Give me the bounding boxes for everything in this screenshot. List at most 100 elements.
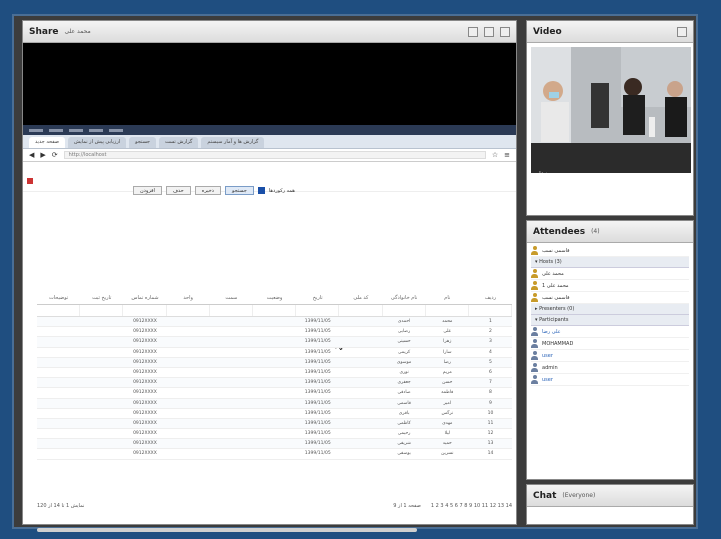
table-row[interactable]: 0912XXXX 1399/11/05 رضایی علی 2 xyxy=(37,327,512,338)
participant-icon xyxy=(531,327,538,336)
table-cell xyxy=(167,317,210,326)
table-cell xyxy=(37,399,80,408)
browser-tab[interactable]: گزارش ها و آمار سیستم xyxy=(201,137,265,148)
hosts-section-header[interactable]: ▾ Hosts (3) xyxy=(531,257,689,268)
chat-audience[interactable]: (Everyone) xyxy=(562,492,595,499)
fit-width-icon[interactable] xyxy=(468,26,478,37)
table-cell xyxy=(37,358,80,367)
column-header[interactable]: تاریخ ثبت xyxy=(80,291,123,304)
table-cell: 7 xyxy=(489,380,492,386)
table-cell xyxy=(253,419,296,428)
browser-tab[interactable]: ارزیابی پیش از نمایش xyxy=(68,137,127,148)
forward-icon[interactable]: ▶ xyxy=(40,151,45,159)
table-cell: 13 xyxy=(487,441,494,447)
table-cell xyxy=(253,337,296,346)
host-item[interactable]: قاسمی نسب xyxy=(531,292,689,304)
participant-item[interactable]: MOHAMMAD xyxy=(531,338,689,350)
table-cell xyxy=(37,337,80,346)
table-cell xyxy=(339,368,382,377)
table-cell xyxy=(37,388,80,397)
table-row[interactable]: 0912XXXX 1399/11/05 موسوی رضا 5 xyxy=(37,357,512,368)
address-field[interactable]: http://localhost xyxy=(63,151,486,159)
table-row[interactable]: 0912XXXX 1399/11/05 باقری نرگس 10 xyxy=(37,409,512,419)
pager-pages[interactable]: 1 2 3 4 5 6 7 8 9 10 11 12 13 14 xyxy=(431,503,512,509)
participant-name: user xyxy=(542,376,553,383)
table-cell: 2 xyxy=(489,329,492,335)
table-cell xyxy=(80,358,123,367)
host-item[interactable]: محمد علی 1 xyxy=(531,280,689,292)
participant-name: user xyxy=(542,352,553,359)
table-row[interactable]: 0912XXXX 1399/11/05 قاسمی امیر 9 xyxy=(37,398,512,409)
attendees-count: (4) xyxy=(591,228,600,235)
table-row[interactable]: 0912XXXX 1399/11/05 یوسفی نسرین 14 xyxy=(37,449,512,460)
table-cell: 1399/11/05 xyxy=(304,400,331,406)
table-cell: لیلا xyxy=(444,431,450,437)
table-row[interactable]: 0912XXXX 1399/11/05 شریفی حمید 13 xyxy=(37,439,512,450)
host-icon xyxy=(531,281,538,290)
search-button[interactable]: جستجو xyxy=(224,186,254,195)
table-row[interactable]: 0912XXXX 1399/11/05 کریمی سارا 4 xyxy=(37,348,512,358)
table-cell xyxy=(253,439,296,448)
participant-item[interactable]: user xyxy=(531,350,689,362)
pod-menu-icon[interactable] xyxy=(500,26,510,37)
table-cell: 0912XXXX xyxy=(133,420,157,426)
toolbar-button[interactable]: حذف xyxy=(165,186,191,195)
browser-tab[interactable]: جستجو xyxy=(129,137,157,148)
table-cell xyxy=(80,388,123,397)
column-header[interactable]: وضعیت xyxy=(253,291,296,304)
column-header[interactable]: توضیحات xyxy=(37,291,80,304)
table-cell: 1399/11/05 xyxy=(304,369,331,375)
table-cell: باقری xyxy=(398,410,410,416)
column-header[interactable]: نام xyxy=(426,291,469,304)
browser-menubar xyxy=(23,125,516,135)
participant-item[interactable]: علی رضا xyxy=(531,326,689,338)
full-screen-icon[interactable] xyxy=(484,26,494,37)
column-header[interactable]: تاریخ xyxy=(296,291,339,304)
table-cell xyxy=(167,388,210,397)
my-status-row[interactable]: قاسمی نسب xyxy=(531,245,689,257)
table-row[interactable]: 0912XXXX 1399/11/05 جعفری حسن 7 xyxy=(37,378,512,389)
table-row[interactable]: 0912XXXX 1399/11/05 صادقی فاطمه 8 xyxy=(37,388,512,399)
table-cell xyxy=(37,348,80,357)
column-header[interactable]: کد ملی xyxy=(339,291,382,304)
table-row[interactable]: 0912XXXX 1399/11/05 حسینی زهرا 3 xyxy=(37,337,512,348)
grid-filter-row[interactable] xyxy=(37,305,513,317)
table-row[interactable]: 0912XXXX 1399/11/05 رحیمی لیلا 12 xyxy=(37,429,512,440)
share-pod: Share محمد علی صفحه جدید ارزیابی پیش از … xyxy=(22,20,517,532)
table-cell: 1399/11/05 xyxy=(304,329,331,335)
table-row[interactable]: 0912XXXX 1399/11/05 کاظمی مهدی 11 xyxy=(37,418,512,430)
table-cell xyxy=(80,327,123,336)
column-header[interactable]: ردیف xyxy=(469,291,512,304)
table-cell: 1399/11/05 xyxy=(304,410,331,416)
all-records-checkbox[interactable] xyxy=(257,187,265,194)
refresh-icon[interactable]: ⟳ xyxy=(52,151,58,159)
pod-menu-icon[interactable] xyxy=(677,26,687,37)
table-cell xyxy=(210,337,253,346)
column-header[interactable]: سمت xyxy=(210,291,253,304)
participants-section-header[interactable]: ▾ Participants xyxy=(531,315,689,326)
participant-item[interactable]: user xyxy=(531,374,689,386)
menu-icon[interactable]: ≡ xyxy=(504,151,510,159)
table-row[interactable]: 0912XXXX 1399/11/05 احمدی محمد 1 xyxy=(37,317,512,328)
column-header[interactable]: واحد xyxy=(167,291,210,304)
host-item[interactable]: محمد علی xyxy=(531,268,689,280)
table-cell: 0912XXXX xyxy=(133,359,157,365)
back-icon[interactable]: ◀ xyxy=(29,151,34,159)
browser-tab[interactable]: صفحه جدید xyxy=(29,137,66,148)
table-cell: 1399/11/05 xyxy=(304,441,331,447)
toolbar-button[interactable]: ذخیره xyxy=(194,186,221,195)
column-header[interactable]: شماره تماس xyxy=(123,291,166,304)
webcam-video xyxy=(531,47,691,173)
table-row[interactable]: 0912XXXX 1399/11/05 نوری مریم 6 xyxy=(37,368,512,379)
browser-tab[interactable]: گزارش تست xyxy=(159,137,199,148)
pager-summary: نمایش 1 تا 14 از 120 xyxy=(37,503,85,509)
column-header[interactable]: نام خانوادگی xyxy=(383,291,426,304)
horizontal-scrollbar[interactable] xyxy=(37,528,417,532)
star-icon[interactable]: ☆ xyxy=(492,151,498,159)
table-cell: کریمی xyxy=(397,349,411,355)
presenters-section-header[interactable]: ▸ Presenters (0) xyxy=(531,304,689,315)
participant-item[interactable]: admin xyxy=(531,362,689,374)
video-stream-image xyxy=(531,47,691,173)
table-cell: 1399/11/05 xyxy=(304,359,331,365)
toolbar-button[interactable]: افزودن xyxy=(133,186,162,195)
